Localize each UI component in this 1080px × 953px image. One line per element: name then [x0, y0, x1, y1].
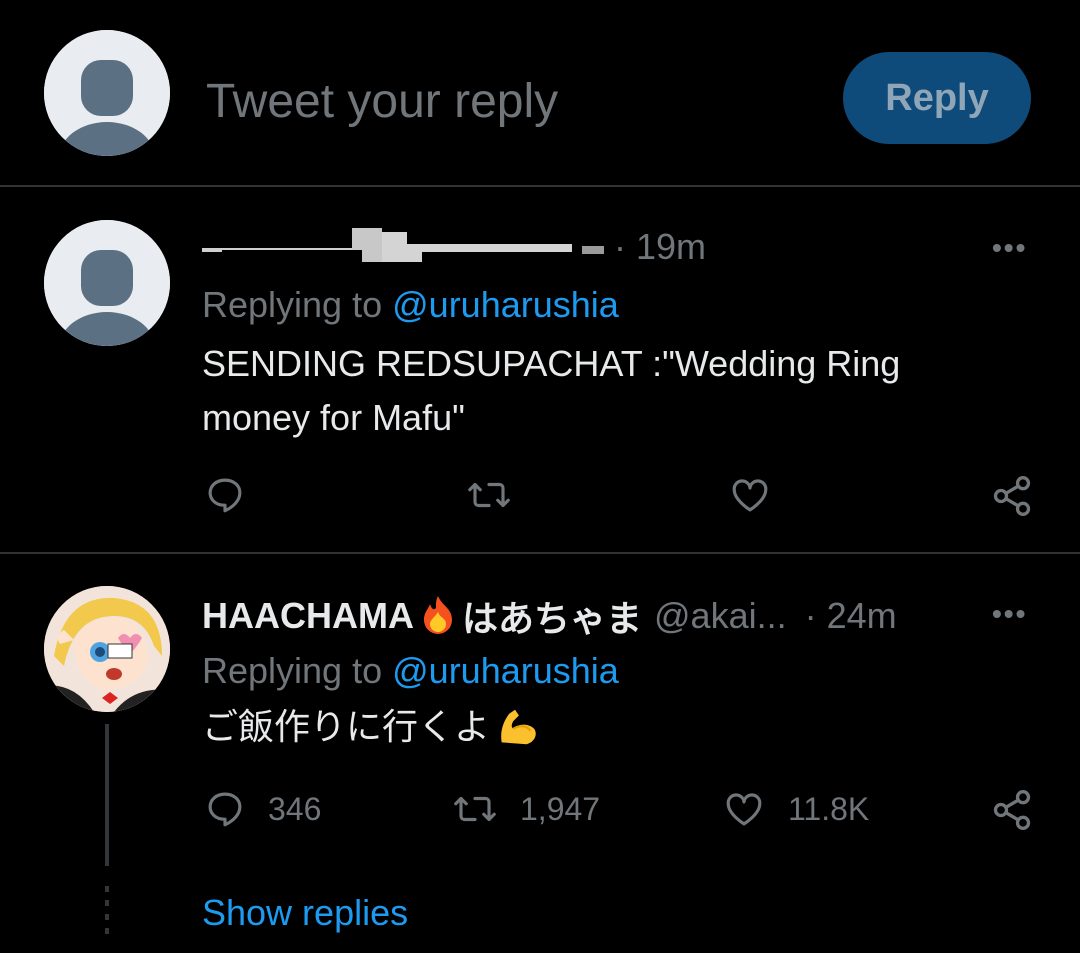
retweet-count: 1,947: [520, 790, 601, 827]
heart-icon: [726, 793, 762, 826]
tweet-time[interactable]: · 19m: [614, 226, 706, 268]
divider: [0, 552, 1080, 554]
share-icon: [993, 790, 1031, 830]
anime-avatar-image: [44, 586, 170, 712]
thread-line: [105, 724, 109, 866]
reply-action[interactable]: 346: [204, 788, 321, 830]
reply-input[interactable]: Tweet your reply: [206, 74, 558, 129]
retweet-action[interactable]: [466, 474, 512, 521]
reply-button[interactable]: Reply: [843, 52, 1031, 144]
like-action[interactable]: [728, 474, 772, 521]
retweet-icon: [454, 796, 496, 822]
default-profile-icon: [44, 30, 170, 156]
retweet-action[interactable]: 1,947: [452, 788, 600, 830]
reply-count: 346: [268, 790, 322, 827]
display-name-jp[interactable]: はあちゃま: [462, 590, 642, 642]
tweet-time[interactable]: · 24m: [805, 595, 897, 637]
composer-avatar[interactable]: [44, 30, 170, 156]
replying-prefix: Replying to: [202, 284, 383, 325]
show-replies-link[interactable]: Show replies: [202, 892, 408, 934]
share-action[interactable]: [990, 788, 1034, 837]
thread-dots: [105, 886, 109, 936]
reply-icon: [208, 478, 242, 513]
divider: [0, 185, 1080, 187]
redacted-username: [202, 222, 612, 270]
like-action[interactable]: 11.8K: [722, 788, 869, 830]
tweet-avatar[interactable]: [44, 220, 170, 346]
tweet-text: ご飯作りに行くよ: [202, 706, 491, 747]
share-action[interactable]: [990, 474, 1034, 523]
replying-prefix: Replying to: [202, 650, 383, 691]
replying-to: Replying to @uruharushia: [202, 284, 619, 326]
more-options-icon[interactable]: •••: [992, 598, 1027, 630]
default-profile-icon: [44, 220, 170, 346]
fire-emoji-icon: [423, 596, 452, 634]
mention-link[interactable]: @uruharushia: [392, 650, 619, 691]
share-icon: [993, 476, 1031, 516]
more-options-icon[interactable]: •••: [992, 232, 1027, 264]
replying-to: Replying to @uruharushia: [202, 650, 619, 692]
reply-icon: [208, 792, 242, 827]
heart-icon: [732, 479, 768, 512]
display-name[interactable]: HAACHAMA: [202, 595, 414, 637]
haachama-avatar[interactable]: [44, 586, 170, 712]
mention-link[interactable]: @uruharushia: [392, 284, 619, 325]
like-count: 11.8K: [788, 790, 870, 827]
user-handle[interactable]: @akai...: [654, 595, 787, 637]
retweet-icon: [468, 482, 510, 508]
flexed-biceps-emoji-icon: [501, 709, 536, 745]
tweet-text: SENDING REDSUPACHAT :"Wedding Ring money…: [202, 343, 901, 438]
tweet-text-row: ご飯作りに行くよ: [202, 700, 540, 754]
reply-action[interactable]: [204, 474, 246, 521]
tweet-header: HAACHAMA はあちゃま @akai... · 24m: [202, 590, 897, 642]
